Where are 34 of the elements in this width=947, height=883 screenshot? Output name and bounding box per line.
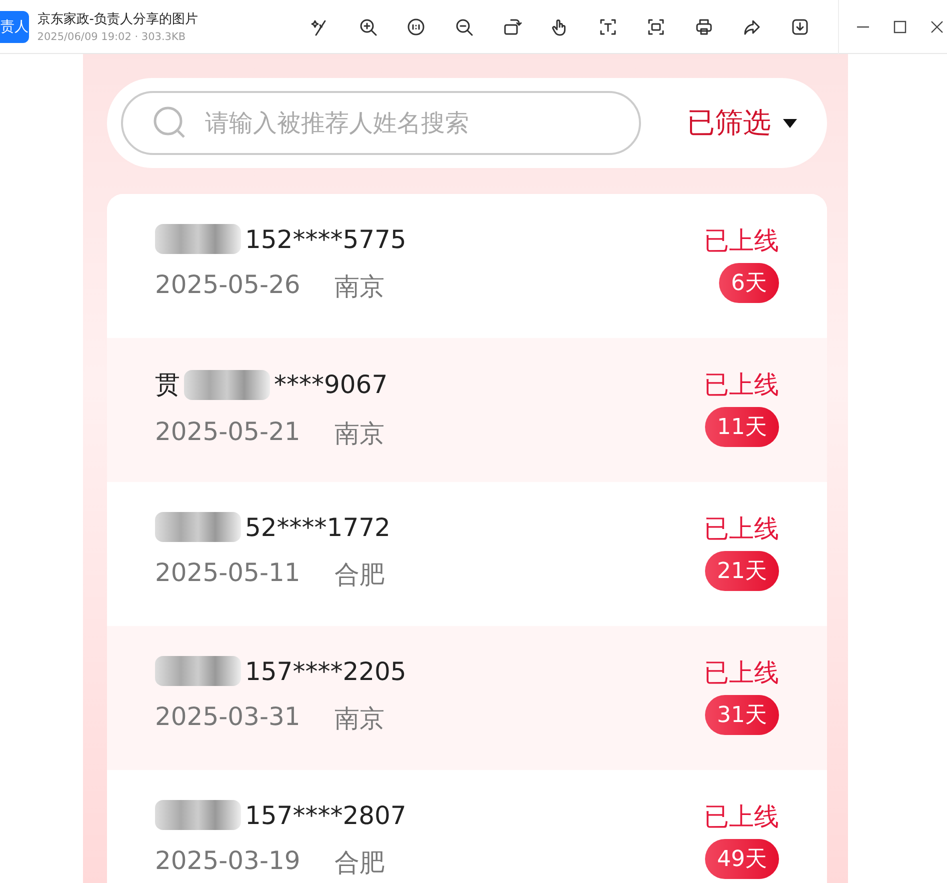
days-badge: 6天 <box>719 263 779 303</box>
name-text: 贯 <box>155 369 180 401</box>
days-badge: 11天 <box>705 407 779 447</box>
date-text: 2025-05-11 <box>155 558 300 589</box>
record-row[interactable]: 贯 ****9067 2025-05-21 南京 已上线 11天 <box>107 338 827 482</box>
search-icon <box>153 106 187 140</box>
city-text: 南京 <box>334 703 384 735</box>
phone-text: 52****1772 <box>245 512 390 542</box>
phone-text: 152****5775 <box>245 224 406 254</box>
city-text: 合肥 <box>334 847 384 879</box>
city-text: 南京 <box>334 418 384 450</box>
date-text: 2025-03-31 <box>155 702 300 733</box>
days-badge: 21天 <box>705 551 779 591</box>
window-title: 京东家政-负责人分享的图片 <box>37 11 199 28</box>
phone-text: 157****2807 <box>245 800 406 830</box>
status-text: 已上线 <box>704 657 779 689</box>
city-text: 南京 <box>334 271 384 303</box>
phone-text: 157****2205 <box>245 656 406 686</box>
status-text: 已上线 <box>704 369 779 401</box>
record-row[interactable]: 157****2205 2025-03-31 南京 已上线 31天 <box>107 626 827 770</box>
status-text: 已上线 <box>704 801 779 833</box>
date-text: 2025-05-21 <box>155 417 300 448</box>
file-info: 2025/06/09 19:02 · 303.3KB <box>37 31 187 43</box>
filter-dropdown[interactable]: 已筛选 <box>687 104 797 142</box>
status-text: 已上线 <box>704 225 779 257</box>
caret-icon <box>783 118 797 128</box>
city-text: 合肥 <box>334 559 384 591</box>
date-text: 2025-05-26 <box>155 270 300 301</box>
status-text: 已上线 <box>704 513 779 545</box>
phone-text: ****9067 <box>274 370 388 399</box>
date-text: 2025-03-19 <box>155 846 300 877</box>
days-badge: 31天 <box>705 695 779 735</box>
days-badge: 49天 <box>705 839 779 879</box>
app-logo: 责人 <box>0 10 30 42</box>
